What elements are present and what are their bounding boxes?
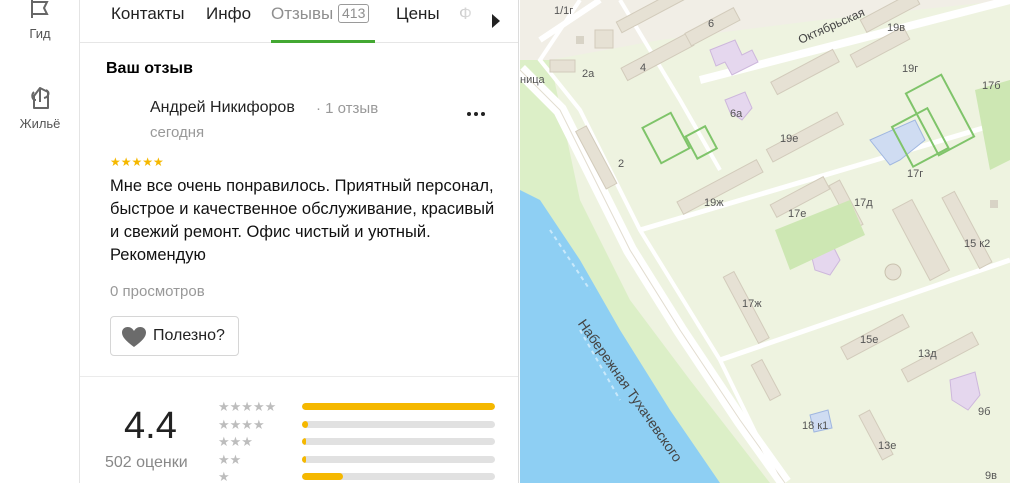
- map-label: 17д: [854, 197, 873, 209]
- map-label: 13е: [878, 440, 897, 452]
- heart-icon: [122, 327, 146, 347]
- map-label: 17ж: [742, 298, 762, 310]
- dist-stars: ★★★: [218, 434, 253, 449]
- tab-scroll-right-icon[interactable]: [486, 9, 506, 33]
- more-options-icon[interactable]: [464, 104, 488, 124]
- dist-stars: ★: [218, 469, 230, 483]
- divider: [80, 376, 518, 377]
- map-label: 6а: [730, 108, 743, 120]
- rail-item-housing-label: Жильё: [19, 116, 61, 131]
- review-author-meta: · 1 отзыв: [316, 100, 379, 117]
- map-label: 17е: [788, 208, 807, 220]
- rail-item-guide[interactable]: Гид: [0, 0, 80, 41]
- active-tab-indicator: [271, 40, 375, 43]
- map-label: ница: [520, 74, 545, 86]
- map-label: 19в: [887, 22, 906, 34]
- map-label: 6: [708, 18, 715, 30]
- guide-icon: [31, 0, 49, 18]
- dist-bar-track: [302, 473, 495, 480]
- review-text: Мне все очень понравилось. Приятный перс…: [110, 177, 495, 264]
- map-label: 9в: [985, 470, 997, 482]
- dist-stars: ★★★★★: [218, 399, 277, 414]
- map-label: 19е: [780, 133, 799, 145]
- map-label: 13д: [918, 348, 937, 360]
- dist-bar-fill: [302, 438, 306, 445]
- review-rating-stars: ★★★★★: [110, 155, 164, 169]
- rating-value: 4.4: [124, 405, 177, 447]
- tab-info[interactable]: Инфо: [206, 4, 251, 24]
- rail-item-housing[interactable]: Жильё: [0, 82, 80, 131]
- rail-item-guide-label: Гид: [29, 26, 51, 41]
- tab-reviews-count: 413: [338, 4, 370, 23]
- tab-fade: [450, 0, 490, 42]
- map-label: 2а: [582, 68, 595, 80]
- left-rail: Гид Жильё: [0, 0, 80, 483]
- review-author[interactable]: Андрей Никифоров: [150, 99, 295, 117]
- housing-icon: [31, 87, 50, 109]
- dist-bar-track: [302, 421, 495, 428]
- tab-reviews[interactable]: Отзывы 413: [271, 4, 370, 24]
- map-label: 4: [640, 62, 647, 74]
- tab-prices[interactable]: Цены: [396, 4, 440, 24]
- dist-bar-fill: [302, 421, 308, 428]
- review-date: сегодня: [150, 124, 205, 141]
- dist-stars: ★★★★: [218, 417, 265, 432]
- place-panel: Контакты Инфо Отзывы 413 Цены Ф Ваш отзы…: [80, 0, 519, 483]
- map-label: 19г: [902, 63, 919, 75]
- tab-bar: Контакты Инфо Отзывы 413 Цены Ф: [80, 0, 518, 43]
- dist-bar-track: [302, 403, 495, 410]
- map-label: 1/1г: [554, 5, 574, 17]
- dist-bar-track: [302, 456, 495, 463]
- dist-bar-fill: [302, 456, 306, 463]
- tab-contacts[interactable]: Контакты: [111, 4, 184, 24]
- review-views: 0 просмотров: [110, 283, 205, 300]
- dist-bar-track: [302, 438, 495, 445]
- tab-reviews-label: Отзывы: [271, 4, 334, 23]
- your-review-title: Ваш отзыв: [106, 60, 193, 77]
- map-view[interactable]: 1/1г 6 19в 2а 4 19г 17б 6а 19е 2 17г 19ж…: [520, 0, 1010, 483]
- map-label: 19ж: [704, 197, 724, 209]
- dist-bar-fill: [302, 403, 495, 410]
- map-label: 15 к2: [964, 238, 991, 250]
- dist-bar-fill: [302, 473, 343, 480]
- map-label: 2: [618, 158, 625, 170]
- useful-button-label: Полезно?: [153, 327, 225, 344]
- map-label: 17б: [982, 80, 1001, 92]
- map-label: 9б: [978, 406, 991, 418]
- rating-count: 502 оценки: [105, 454, 188, 471]
- dist-stars: ★★: [218, 452, 242, 467]
- map-label: 18 к1: [802, 420, 829, 432]
- map-label: 17г: [907, 168, 924, 180]
- map-label: 15е: [860, 334, 879, 346]
- useful-button[interactable]: Полезно?: [110, 316, 239, 356]
